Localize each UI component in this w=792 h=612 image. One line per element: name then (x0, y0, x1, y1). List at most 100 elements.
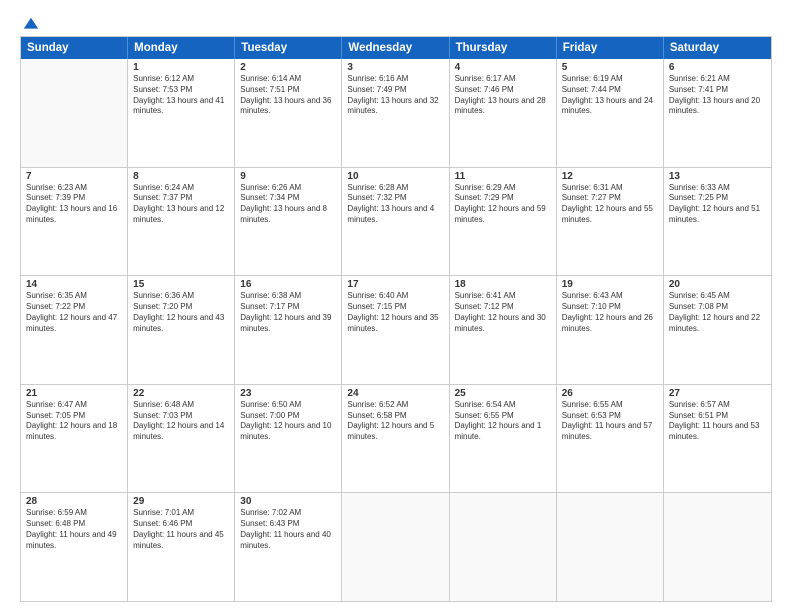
day-number: 29 (133, 496, 229, 507)
day-number: 26 (562, 388, 658, 399)
calendar-cell: 1Sunrise: 6:12 AM Sunset: 7:53 PM Daylig… (128, 59, 235, 167)
calendar-cell: 29Sunrise: 7:01 AM Sunset: 6:46 PM Dayli… (128, 493, 235, 601)
cell-info: Sunrise: 6:21 AM Sunset: 7:41 PM Dayligh… (669, 74, 766, 117)
calendar-cell: 21Sunrise: 6:47 AM Sunset: 7:05 PM Dayli… (21, 385, 128, 493)
calendar-cell (450, 493, 557, 601)
day-number: 6 (669, 62, 766, 73)
cell-info: Sunrise: 6:47 AM Sunset: 7:05 PM Dayligh… (26, 400, 122, 443)
day-number: 3 (347, 62, 443, 73)
day-number: 14 (26, 279, 122, 290)
day-number: 21 (26, 388, 122, 399)
header-cell-thursday: Thursday (450, 37, 557, 59)
day-number: 11 (455, 171, 551, 182)
cell-info: Sunrise: 6:14 AM Sunset: 7:51 PM Dayligh… (240, 74, 336, 117)
cell-info: Sunrise: 7:02 AM Sunset: 6:43 PM Dayligh… (240, 508, 336, 551)
cell-info: Sunrise: 6:36 AM Sunset: 7:20 PM Dayligh… (133, 291, 229, 334)
cell-info: Sunrise: 6:16 AM Sunset: 7:49 PM Dayligh… (347, 74, 443, 117)
calendar-cell: 5Sunrise: 6:19 AM Sunset: 7:44 PM Daylig… (557, 59, 664, 167)
day-number: 23 (240, 388, 336, 399)
cell-info: Sunrise: 6:57 AM Sunset: 6:51 PM Dayligh… (669, 400, 766, 443)
calendar-row-1: 7Sunrise: 6:23 AM Sunset: 7:39 PM Daylig… (21, 168, 771, 277)
calendar-cell: 26Sunrise: 6:55 AM Sunset: 6:53 PM Dayli… (557, 385, 664, 493)
page: SundayMondayTuesdayWednesdayThursdayFrid… (0, 0, 792, 612)
cell-info: Sunrise: 6:26 AM Sunset: 7:34 PM Dayligh… (240, 183, 336, 226)
calendar-cell (342, 493, 449, 601)
calendar-body: 1Sunrise: 6:12 AM Sunset: 7:53 PM Daylig… (21, 59, 771, 601)
calendar-row-4: 28Sunrise: 6:59 AM Sunset: 6:48 PM Dayli… (21, 493, 771, 601)
calendar: SundayMondayTuesdayWednesdayThursdayFrid… (20, 36, 772, 602)
day-number: 4 (455, 62, 551, 73)
calendar-cell: 9Sunrise: 6:26 AM Sunset: 7:34 PM Daylig… (235, 168, 342, 276)
day-number: 18 (455, 279, 551, 290)
day-number: 7 (26, 171, 122, 182)
logo-icon (22, 16, 40, 34)
cell-info: Sunrise: 6:29 AM Sunset: 7:29 PM Dayligh… (455, 183, 551, 226)
day-number: 15 (133, 279, 229, 290)
day-number: 25 (455, 388, 551, 399)
cell-info: Sunrise: 6:24 AM Sunset: 7:37 PM Dayligh… (133, 183, 229, 226)
day-number: 30 (240, 496, 336, 507)
day-number: 1 (133, 62, 229, 73)
day-number: 17 (347, 279, 443, 290)
calendar-cell: 18Sunrise: 6:41 AM Sunset: 7:12 PM Dayli… (450, 276, 557, 384)
calendar-header: SundayMondayTuesdayWednesdayThursdayFrid… (21, 37, 771, 59)
calendar-cell: 8Sunrise: 6:24 AM Sunset: 7:37 PM Daylig… (128, 168, 235, 276)
calendar-cell: 25Sunrise: 6:54 AM Sunset: 6:55 PM Dayli… (450, 385, 557, 493)
calendar-cell: 19Sunrise: 6:43 AM Sunset: 7:10 PM Dayli… (557, 276, 664, 384)
calendar-row-0: 1Sunrise: 6:12 AM Sunset: 7:53 PM Daylig… (21, 59, 771, 168)
calendar-cell: 3Sunrise: 6:16 AM Sunset: 7:49 PM Daylig… (342, 59, 449, 167)
day-number: 12 (562, 171, 658, 182)
calendar-cell: 4Sunrise: 6:17 AM Sunset: 7:46 PM Daylig… (450, 59, 557, 167)
header-cell-sunday: Sunday (21, 37, 128, 59)
cell-info: Sunrise: 6:12 AM Sunset: 7:53 PM Dayligh… (133, 74, 229, 117)
calendar-cell: 22Sunrise: 6:48 AM Sunset: 7:03 PM Dayli… (128, 385, 235, 493)
day-number: 8 (133, 171, 229, 182)
calendar-cell: 28Sunrise: 6:59 AM Sunset: 6:48 PM Dayli… (21, 493, 128, 601)
calendar-cell: 10Sunrise: 6:28 AM Sunset: 7:32 PM Dayli… (342, 168, 449, 276)
day-number: 24 (347, 388, 443, 399)
cell-info: Sunrise: 6:48 AM Sunset: 7:03 PM Dayligh… (133, 400, 229, 443)
header-cell-saturday: Saturday (664, 37, 771, 59)
calendar-cell: 15Sunrise: 6:36 AM Sunset: 7:20 PM Dayli… (128, 276, 235, 384)
day-number: 20 (669, 279, 766, 290)
calendar-cell: 24Sunrise: 6:52 AM Sunset: 6:58 PM Dayli… (342, 385, 449, 493)
calendar-cell: 23Sunrise: 6:50 AM Sunset: 7:00 PM Dayli… (235, 385, 342, 493)
day-number: 13 (669, 171, 766, 182)
header (20, 16, 772, 30)
day-number: 5 (562, 62, 658, 73)
day-number: 19 (562, 279, 658, 290)
cell-info: Sunrise: 6:38 AM Sunset: 7:17 PM Dayligh… (240, 291, 336, 334)
logo-text (20, 16, 40, 34)
cell-info: Sunrise: 7:01 AM Sunset: 6:46 PM Dayligh… (133, 508, 229, 551)
header-cell-friday: Friday (557, 37, 664, 59)
logo (20, 16, 40, 30)
cell-info: Sunrise: 6:52 AM Sunset: 6:58 PM Dayligh… (347, 400, 443, 443)
calendar-cell: 13Sunrise: 6:33 AM Sunset: 7:25 PM Dayli… (664, 168, 771, 276)
calendar-row-3: 21Sunrise: 6:47 AM Sunset: 7:05 PM Dayli… (21, 385, 771, 494)
cell-info: Sunrise: 6:41 AM Sunset: 7:12 PM Dayligh… (455, 291, 551, 334)
calendar-cell: 2Sunrise: 6:14 AM Sunset: 7:51 PM Daylig… (235, 59, 342, 167)
cell-info: Sunrise: 6:33 AM Sunset: 7:25 PM Dayligh… (669, 183, 766, 226)
calendar-cell: 12Sunrise: 6:31 AM Sunset: 7:27 PM Dayli… (557, 168, 664, 276)
cell-info: Sunrise: 6:35 AM Sunset: 7:22 PM Dayligh… (26, 291, 122, 334)
calendar-cell: 20Sunrise: 6:45 AM Sunset: 7:08 PM Dayli… (664, 276, 771, 384)
cell-info: Sunrise: 6:28 AM Sunset: 7:32 PM Dayligh… (347, 183, 443, 226)
cell-info: Sunrise: 6:59 AM Sunset: 6:48 PM Dayligh… (26, 508, 122, 551)
day-number: 27 (669, 388, 766, 399)
day-number: 16 (240, 279, 336, 290)
calendar-cell: 6Sunrise: 6:21 AM Sunset: 7:41 PM Daylig… (664, 59, 771, 167)
calendar-cell: 16Sunrise: 6:38 AM Sunset: 7:17 PM Dayli… (235, 276, 342, 384)
cell-info: Sunrise: 6:17 AM Sunset: 7:46 PM Dayligh… (455, 74, 551, 117)
day-number: 28 (26, 496, 122, 507)
day-number: 22 (133, 388, 229, 399)
header-cell-monday: Monday (128, 37, 235, 59)
calendar-cell: 7Sunrise: 6:23 AM Sunset: 7:39 PM Daylig… (21, 168, 128, 276)
calendar-cell: 17Sunrise: 6:40 AM Sunset: 7:15 PM Dayli… (342, 276, 449, 384)
cell-info: Sunrise: 6:43 AM Sunset: 7:10 PM Dayligh… (562, 291, 658, 334)
calendar-cell: 30Sunrise: 7:02 AM Sunset: 6:43 PM Dayli… (235, 493, 342, 601)
header-cell-tuesday: Tuesday (235, 37, 342, 59)
calendar-cell: 27Sunrise: 6:57 AM Sunset: 6:51 PM Dayli… (664, 385, 771, 493)
cell-info: Sunrise: 6:54 AM Sunset: 6:55 PM Dayligh… (455, 400, 551, 443)
cell-info: Sunrise: 6:55 AM Sunset: 6:53 PM Dayligh… (562, 400, 658, 443)
cell-info: Sunrise: 6:50 AM Sunset: 7:00 PM Dayligh… (240, 400, 336, 443)
